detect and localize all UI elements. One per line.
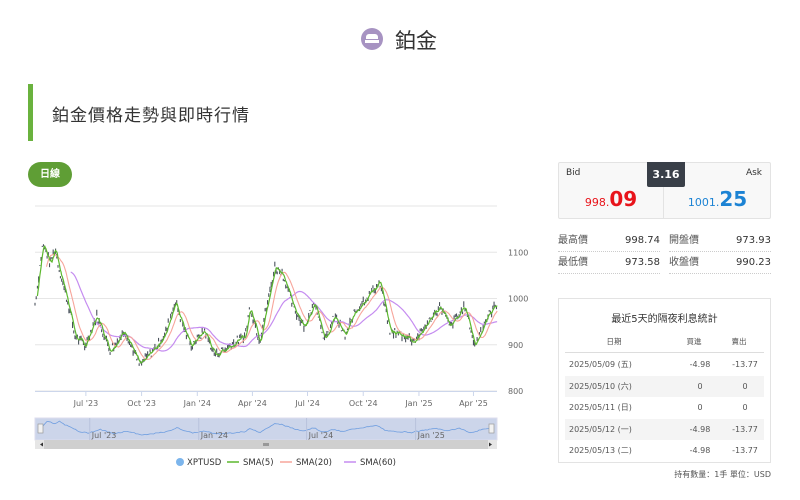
bid-price: 998.09: [584, 187, 638, 211]
chart-grid: [35, 205, 497, 392]
row-date: 2025/05/10 (六): [569, 381, 632, 391]
x-tick-label: Jan '24: [183, 399, 211, 408]
row-date: 2025/05/09 (五): [569, 360, 632, 369]
header-sell: 賣出: [731, 337, 747, 346]
row-buy: -4.98: [689, 446, 711, 455]
stat-open: 開盤價 973.93: [669, 230, 771, 252]
legend-item[interactable]: XPTUSD: [187, 458, 222, 468]
row-sell: 0: [742, 381, 748, 391]
row-buy: 0: [697, 403, 703, 412]
navigator-left-handle[interactable]: [37, 423, 44, 434]
navigator-right-handle[interactable]: [488, 423, 495, 434]
daily-period-button[interactable]: 日線: [28, 162, 72, 187]
legend-xptusd-marker: [176, 458, 184, 466]
y-axis: 800 900 1000 1100: [508, 248, 528, 396]
x-tick-label: Apr '24: [238, 399, 267, 408]
navigator-tick-label: Jan '24: [200, 431, 228, 440]
row-sell: -13.77: [732, 446, 758, 455]
page-title: 鉑金: [395, 29, 437, 53]
navigator-tick-label: Jul '23: [91, 431, 117, 440]
spread-badge: 3.16: [647, 162, 685, 187]
ask-price: 1001.25: [687, 187, 748, 211]
quote-box: Bid Ask 3.16 998.09 1001.25: [558, 162, 771, 219]
row-sell: 0: [742, 403, 748, 412]
navigator-tick-label: Jan '25: [417, 431, 445, 440]
row-date: 2025/05/11 (日): [569, 403, 632, 412]
sma20-line: [45, 253, 498, 361]
chart-legend: XPTUSD SMA(5) SMA(20) SMA(60): [176, 458, 396, 468]
row-buy: -4.98: [689, 360, 711, 369]
row-sell: -13.77: [732, 360, 758, 369]
row-buy: 0: [697, 381, 703, 391]
table-row: 2025/05/11 (日) 0 0: [565, 397, 764, 419]
section-title: 鉑金價格走勢與即時行情: [52, 106, 250, 126]
table-row: 2025/05/13 (二) -4.98 -13.77: [565, 440, 764, 462]
x-tick-label: Jan '25: [404, 399, 432, 408]
platinum-bar-icon: [361, 28, 383, 50]
y-tick-label: 1100: [508, 248, 528, 257]
table-row: 2025/05/09 (五) -4.98 -13.77: [565, 354, 764, 376]
table-row: 2025/05/12 (一) -4.98 -13.77: [565, 418, 764, 440]
price-chart[interactable]: 800 900 1000 1100 Jul '23 Oct '23 Jan '24 Apr …: [30, 200, 530, 480]
interest-footer: 持有數量：1手 單位：USD: [674, 470, 771, 479]
x-tick-label: Oct '24: [349, 399, 378, 408]
navigator-tick-label: Jul '24: [308, 431, 334, 440]
stat-high: 最高價 998.74: [558, 230, 660, 252]
ask-label: Ask: [745, 168, 762, 178]
header-buy: 買進: [686, 337, 702, 346]
overnight-interest-table: 最近5天的隔夜利息統計 日期 買進 賣出 2025/05/09 (五) -4.98…: [558, 298, 771, 463]
x-axis: Jul '23 Oct '23 Jan '24 Apr '24 Jul '24 Oct '…: [35, 391, 497, 408]
legend-item[interactable]: SMA(20): [296, 458, 332, 468]
interest-title: 最近5天的隔夜利息統計: [611, 314, 718, 325]
header-date: 日期: [606, 337, 622, 346]
stat-low: 最低價 973.58: [558, 252, 660, 274]
stat-close: 收盤價 990.23: [669, 252, 771, 274]
x-tick-label: Apr '25: [459, 399, 488, 408]
y-tick-label: 1000: [508, 295, 528, 304]
sma60-line: [70, 271, 498, 352]
navigator: Jul '23 Jan '24 Jul '24 Jan '25: [34, 417, 498, 449]
y-tick-label: 900: [508, 341, 523, 350]
row-date: 2025/05/12 (一): [569, 424, 632, 434]
x-tick-label: Jul '23: [73, 399, 99, 408]
section-accent-bar: [28, 84, 33, 141]
x-tick-label: Oct '23: [127, 399, 156, 408]
row-sell: -13.77: [732, 424, 758, 434]
bid-label: Bid: [566, 168, 581, 178]
legend-item[interactable]: SMA(5): [243, 458, 274, 468]
chart-plot: [34, 244, 498, 366]
legend-item[interactable]: SMA(60): [360, 458, 396, 468]
table-row: 2025/05/10 (六) 0 0: [565, 375, 764, 397]
y-tick-label: 800: [508, 387, 523, 396]
row-date: 2025/05/13 (二): [569, 446, 632, 455]
x-tick-label: Jul '24: [294, 399, 320, 408]
row-buy: -4.98: [689, 424, 711, 434]
